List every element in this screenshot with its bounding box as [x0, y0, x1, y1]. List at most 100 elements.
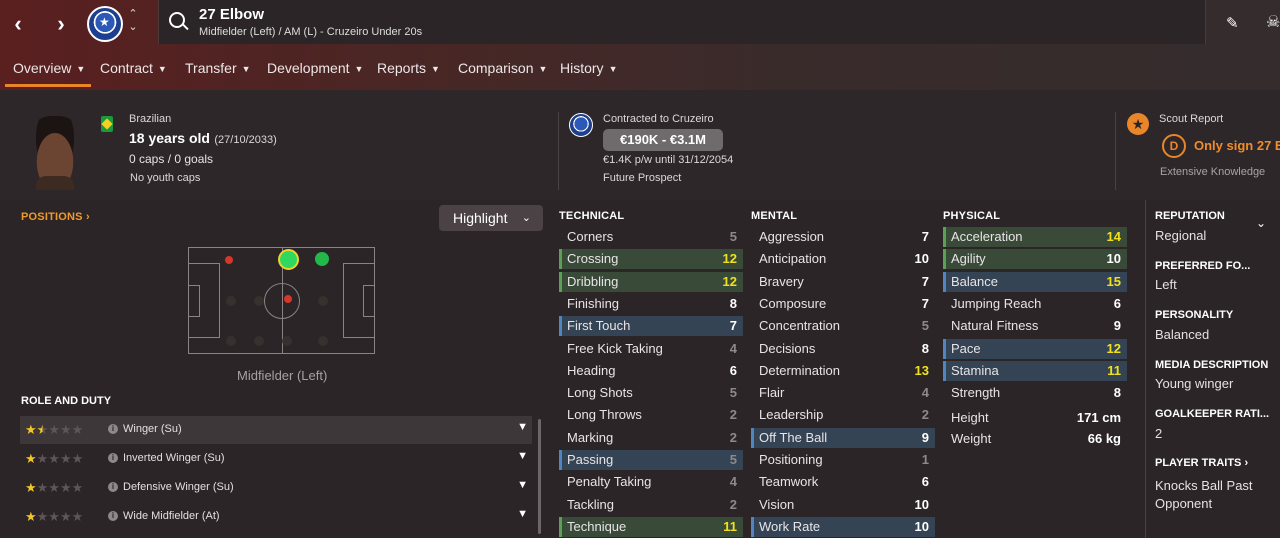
roles-scrollbar[interactable] — [538, 419, 541, 534]
attribute-row[interactable]: Bravery 7 — [751, 272, 935, 292]
attribute-value: 2 — [921, 407, 929, 423]
info-icon[interactable]: i — [108, 511, 118, 521]
attribute-value: 10 — [914, 251, 929, 267]
attribute-row[interactable]: Off The Ball 9 — [751, 427, 935, 448]
chevron-down-icon[interactable]: ▼ — [517, 450, 528, 462]
tab-reports[interactable]: Reports ▼ — [377, 60, 440, 76]
attribute-row[interactable]: Long Shots 5 — [559, 383, 743, 403]
scout-grade-badge: D — [1162, 134, 1186, 158]
chevron-down-icon[interactable]: ▼ — [517, 421, 528, 433]
role-row[interactable]: ★★★★★ i Defensive Winger (Su) ▼ — [20, 474, 532, 502]
attribute-row[interactable]: Penalty Taking 4 — [559, 472, 743, 492]
attribute-row[interactable]: Heading 6 — [559, 361, 743, 381]
attribute-row[interactable]: Flair 4 — [751, 383, 935, 403]
tab-contract[interactable]: Contract ▼ — [100, 60, 167, 76]
attribute-row[interactable]: Stamina 11 — [943, 360, 1127, 381]
player-header-box[interactable]: 27 Elbow Midfielder (Left) / AM (L) - Cr… — [158, 0, 1206, 44]
attribute-row[interactable]: Free Kick Taking 4 — [559, 339, 743, 359]
selected-position-label: Midfielder (Left) — [237, 368, 328, 383]
reputation-heading: REPUTATION — [1155, 210, 1225, 222]
chevron-down-icon[interactable]: ▼ — [517, 508, 528, 520]
attribute-row[interactable]: Balance 15 — [943, 271, 1127, 292]
position-pitch — [188, 247, 375, 354]
tab-history[interactable]: History ▼ — [560, 60, 617, 76]
attribute-row[interactable]: Vision 10 — [751, 495, 935, 515]
club-crest-icon[interactable] — [87, 6, 123, 42]
attribute-row[interactable]: Jumping Reach 6 — [943, 294, 1127, 314]
attribute-row[interactable]: Acceleration 14 — [943, 227, 1127, 247]
attribute-row[interactable]: Marking 2 — [559, 428, 743, 448]
up-down-chevron-icon[interactable]: ⌃ ⌄ — [127, 8, 139, 34]
attribute-row[interactable]: Long Throws 2 — [559, 405, 743, 425]
attribute-name: Pace — [951, 340, 981, 356]
tab-label: Contract — [100, 60, 153, 76]
search-icon[interactable] — [169, 12, 185, 28]
attribute-row[interactable]: Concentration 5 — [751, 316, 935, 336]
attribute-name: Off The Ball — [759, 429, 828, 445]
position-dot-natural-selected[interactable] — [278, 249, 299, 270]
info-icon[interactable]: i — [108, 453, 118, 463]
attribute-row[interactable]: Anticipation 10 — [751, 249, 935, 269]
role-row[interactable]: ★★★★★ i Winger (Su) ▼ — [20, 416, 532, 444]
attribute-row[interactable]: Aggression 7 — [751, 227, 935, 247]
attribute-row[interactable]: Finishing 8 — [559, 294, 743, 314]
edit-pencil-icon[interactable]: ✎ — [1226, 14, 1239, 32]
attribute-name: Strength — [951, 385, 1001, 401]
player-traits-heading[interactable]: PLAYER TRAITS › — [1155, 457, 1248, 469]
attribute-row[interactable]: Tackling 2 — [559, 495, 743, 515]
highlight-dropdown[interactable]: Highlight ⌄ — [439, 205, 543, 231]
positions-heading[interactable]: POSITIONS › — [21, 211, 90, 223]
attribute-row[interactable]: Composure 7 — [751, 294, 935, 314]
attribute-name: Passing — [567, 452, 614, 467]
preferred-foot-heading: PREFERRED FO... — [1155, 260, 1251, 272]
skull-icon[interactable]: ☠ — [1266, 12, 1280, 32]
attribute-row[interactable]: Agility 10 — [943, 249, 1127, 270]
attribute-row[interactable]: Work Rate 10 — [751, 516, 935, 537]
tab-development[interactable]: Development ▼ — [267, 60, 363, 76]
attribute-row[interactable]: Teamwork 6 — [751, 472, 935, 492]
tab-comparison[interactable]: Comparison ▼ — [458, 60, 547, 76]
attribute-row[interactable]: Crossing 12 — [559, 249, 743, 270]
chevron-down-icon: ▼ — [608, 64, 618, 74]
role-row[interactable]: ★★★★★ i Wide Midfielder (At) ▼ — [20, 503, 532, 531]
transfer-value-pill[interactable]: €190K - €3.1M — [603, 129, 723, 151]
chevron-down-icon[interactable]: ⌄ — [1256, 216, 1266, 230]
attribute-name: First Touch — [567, 318, 631, 334]
attribute-name: Corners — [567, 229, 614, 244]
attribute-name: Jumping Reach — [951, 295, 1042, 311]
attribute-row[interactable]: First Touch 7 — [559, 316, 743, 337]
role-row[interactable]: ★★★★★ i Inverted Winger (Su) ▼ — [20, 445, 532, 473]
position-dot — [226, 336, 236, 346]
tab-transfer[interactable]: Transfer ▼ — [185, 60, 251, 76]
attribute-row[interactable]: Passing 5 — [559, 450, 743, 470]
tab-label: History — [560, 60, 604, 76]
media-description-heading: MEDIA DESCRIPTION — [1155, 359, 1269, 371]
tab-overview[interactable]: Overview ▼ — [4, 60, 92, 87]
attribute-row[interactable]: Leadership 2 — [751, 405, 935, 425]
attribute-row[interactable]: Positioning 1 — [751, 450, 935, 470]
personality-heading: PERSONALITY — [1155, 309, 1234, 321]
back-arrow-icon[interactable]: ‹ — [3, 10, 33, 38]
attribute-value: 8 — [729, 295, 737, 311]
scout-recommendation[interactable]: Only sign 27 E — [1194, 138, 1280, 153]
chevron-down-icon: ▼ — [241, 64, 251, 74]
attribute-row[interactable]: Technique 11 — [559, 516, 743, 537]
attribute-name: Vision — [759, 496, 795, 512]
attribute-row[interactable]: Decisions 8 — [751, 339, 935, 359]
info-icon[interactable]: i — [108, 424, 118, 434]
attribute-name: Work Rate — [759, 518, 821, 534]
tab-label: Overview — [13, 60, 72, 76]
forward-arrow-icon[interactable]: › — [46, 10, 76, 38]
attribute-row[interactable]: Corners 5 — [559, 227, 743, 247]
info-icon[interactable]: i — [108, 482, 118, 492]
attribute-row[interactable]: Natural Fitness 9 — [943, 316, 1127, 336]
attribute-value: 13 — [914, 362, 929, 378]
attribute-row[interactable]: Strength 8 — [943, 383, 1127, 403]
attribute-row[interactable]: Dribbling 12 — [559, 271, 743, 292]
player-traits-label: PLAYER TRAITS — [1155, 457, 1242, 469]
attribute-row[interactable]: Determination 13 — [751, 361, 935, 381]
player-trait: Knocks Ball Past — [1155, 478, 1253, 493]
attribute-value: 8 — [921, 340, 929, 356]
chevron-down-icon[interactable]: ▼ — [517, 479, 528, 491]
attribute-row[interactable]: Pace 12 — [943, 338, 1127, 359]
